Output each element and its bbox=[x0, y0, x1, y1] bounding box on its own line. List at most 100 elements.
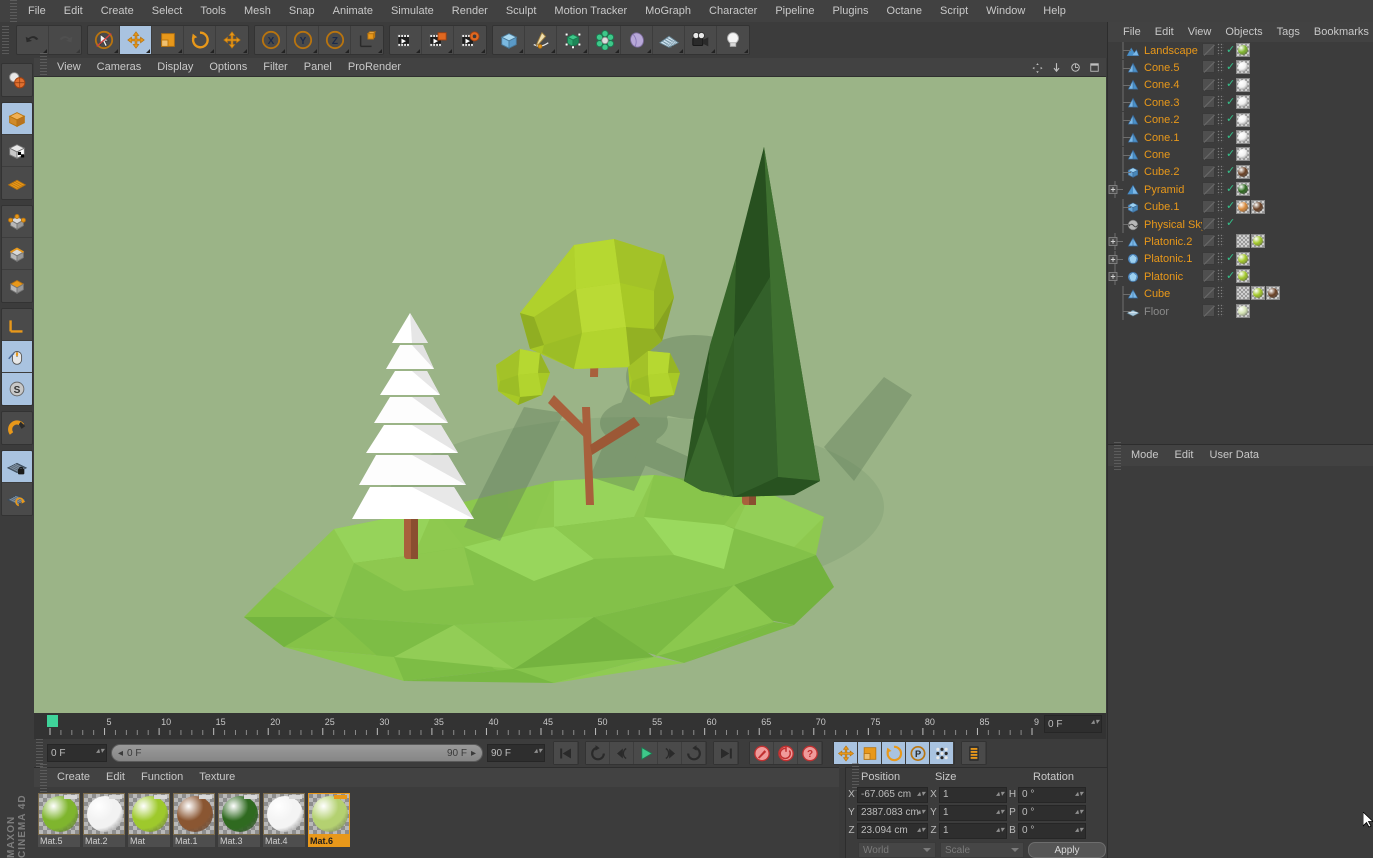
texture-mode-button[interactable] bbox=[2, 135, 32, 167]
visibility-toggle-icon[interactable] bbox=[1202, 286, 1215, 300]
object-menu-bookmarks[interactable]: Bookmarks bbox=[1307, 22, 1373, 42]
undo-button[interactable] bbox=[17, 26, 49, 54]
object-row[interactable]: Platonic.1 ✓ bbox=[1108, 250, 1373, 268]
viewport-pan-button[interactable] bbox=[1030, 60, 1045, 75]
menu-item-character[interactable]: Character bbox=[700, 0, 766, 22]
material-tag-icon[interactable] bbox=[1236, 77, 1250, 92]
menu-item-snap[interactable]: Snap bbox=[280, 0, 324, 22]
timeline-frame-field-right[interactable]: 0 F ▴▾ bbox=[1044, 715, 1106, 735]
object-dots-icon[interactable] bbox=[1217, 269, 1224, 283]
object-row[interactable]: Landscape ✓ bbox=[1108, 42, 1373, 60]
render-settings-button[interactable] bbox=[454, 26, 486, 54]
object-menu-view[interactable]: View bbox=[1181, 22, 1219, 42]
object-row[interactable]: Cone.3 ✓ bbox=[1108, 94, 1373, 112]
viewport-menu-panel[interactable]: Panel bbox=[296, 58, 340, 77]
object-dots-icon[interactable] bbox=[1217, 112, 1224, 126]
transport-step-back-button[interactable] bbox=[610, 742, 634, 764]
menu-item-tools[interactable]: Tools bbox=[191, 0, 235, 22]
light-button[interactable] bbox=[717, 26, 749, 54]
viewport-menu-cameras[interactable]: Cameras bbox=[89, 58, 150, 77]
object-menu-edit[interactable]: Edit bbox=[1148, 22, 1181, 42]
deformer-button[interactable] bbox=[589, 26, 621, 54]
object-name[interactable]: Platonic.1 bbox=[1144, 253, 1192, 265]
polygons-mode-button[interactable] bbox=[2, 270, 32, 302]
visibility-toggle-icon[interactable] bbox=[1202, 182, 1215, 196]
object-row[interactable]: Platonic ✓ bbox=[1108, 268, 1373, 286]
spinner-icon[interactable]: ▴▾ bbox=[996, 825, 1004, 833]
object-name[interactable]: Platonic bbox=[1144, 271, 1183, 283]
floor-button[interactable] bbox=[653, 26, 685, 54]
material-tag-icon[interactable] bbox=[1236, 164, 1250, 179]
move-button[interactable] bbox=[120, 26, 152, 54]
generator-button[interactable] bbox=[557, 26, 589, 54]
object-dots-icon[interactable] bbox=[1217, 251, 1224, 265]
material-tag-icon[interactable] bbox=[1236, 303, 1250, 318]
spinner-icon[interactable]: ▴▾ bbox=[1075, 807, 1083, 815]
visibility-toggle-icon[interactable] bbox=[1202, 60, 1215, 74]
object-name[interactable]: Cone.4 bbox=[1144, 79, 1179, 91]
viewport-rotate-view-button[interactable] bbox=[1068, 60, 1083, 75]
transport-play-button[interactable] bbox=[634, 742, 658, 764]
object-dots-icon[interactable] bbox=[1217, 43, 1224, 56]
material-tag-icon[interactable] bbox=[1236, 129, 1250, 144]
visibility-toggle-icon[interactable] bbox=[1202, 43, 1215, 56]
object-dots-icon[interactable] bbox=[1217, 303, 1224, 317]
apply-button[interactable]: Apply bbox=[1028, 842, 1106, 858]
menu-item-mesh[interactable]: Mesh bbox=[235, 0, 280, 22]
material-item[interactable]: Mat.4 bbox=[263, 793, 305, 847]
object-name[interactable]: Cone.1 bbox=[1144, 132, 1179, 144]
menu-item-octane[interactable]: Octane bbox=[878, 0, 931, 22]
object-name[interactable]: Cone.2 bbox=[1144, 114, 1179, 126]
preview-end-field[interactable]: 90 F ▴▾ bbox=[487, 744, 545, 762]
material-tag-icon[interactable] bbox=[1236, 147, 1250, 162]
material-tag-icon[interactable] bbox=[1236, 60, 1250, 75]
object-row[interactable]: Floor bbox=[1108, 303, 1373, 321]
material-tag-icon[interactable] bbox=[1236, 251, 1250, 266]
object-dots-icon[interactable] bbox=[1217, 286, 1224, 300]
menu-item-file[interactable]: File bbox=[19, 0, 55, 22]
object-dots-icon[interactable] bbox=[1217, 129, 1224, 143]
axis-z-button[interactable]: Z bbox=[319, 26, 351, 54]
coord-rotation-input[interactable]: 0 ° ▴▾ bbox=[1018, 786, 1086, 803]
timeline-ruler-bar[interactable]: 051015202530354045505560657075808590 0 F… bbox=[34, 713, 1106, 739]
menu-item-animate[interactable]: Animate bbox=[324, 0, 382, 22]
material-item[interactable]: Mat.2 bbox=[83, 793, 125, 847]
object-row[interactable]: Cube.2 ✓ bbox=[1108, 163, 1373, 181]
object-row[interactable]: Cube bbox=[1108, 285, 1373, 303]
transport-play-backward-loop-button[interactable] bbox=[586, 742, 610, 764]
object-tree[interactable]: Landscape ✓ Cone.5 ✓ Cone.4 ✓ Cone.3 ✓ Cone.2 ✓ Co… bbox=[1108, 42, 1373, 321]
menu-item-script[interactable]: Script bbox=[931, 0, 977, 22]
object-menu-file[interactable]: File bbox=[1116, 22, 1148, 42]
spinner-icon[interactable]: ▴▾ bbox=[1075, 789, 1083, 797]
material-tag-icon[interactable] bbox=[1266, 286, 1280, 301]
workplane-button[interactable] bbox=[2, 167, 32, 199]
coord-position-input[interactable]: -67.065 cm ▴▾ bbox=[857, 786, 928, 803]
object-name[interactable]: Platonic.2 bbox=[1144, 236, 1192, 248]
transport-autokeying-button[interactable] bbox=[774, 742, 798, 764]
transform-mode-dropdown[interactable]: Scale bbox=[940, 842, 1024, 858]
menu-item-plugins[interactable]: Plugins bbox=[823, 0, 877, 22]
menu-item-motion-tracker[interactable]: Motion Tracker bbox=[545, 0, 636, 22]
viewport-menu-prorender[interactable]: ProRender bbox=[340, 58, 409, 77]
texture-tag-icon[interactable] bbox=[1236, 286, 1250, 301]
spinner-icon[interactable]: ▴▾ bbox=[917, 789, 925, 797]
material-tag-icon[interactable] bbox=[1251, 286, 1265, 301]
object-row[interactable]: Pyramid ✓ bbox=[1108, 181, 1373, 199]
object-dots-icon[interactable] bbox=[1217, 77, 1224, 91]
material-item[interactable]: Mat.6 bbox=[308, 793, 350, 847]
coord-size-input[interactable]: 1 ▴▾ bbox=[939, 786, 1007, 803]
transport-scale-key-button[interactable] bbox=[858, 742, 882, 764]
transport-step-forward-button[interactable] bbox=[658, 742, 682, 764]
menu-item-edit[interactable]: Edit bbox=[55, 0, 92, 22]
object-name[interactable]: Floor bbox=[1144, 306, 1169, 318]
spinner-icon[interactable]: ▴▾ bbox=[534, 747, 542, 755]
transport-loop-button[interactable] bbox=[682, 742, 706, 764]
object-name[interactable]: Pyramid bbox=[1144, 184, 1184, 196]
material-item[interactable]: Mat.5 bbox=[38, 793, 80, 847]
material-tag-icon[interactable] bbox=[1236, 95, 1250, 110]
object-dots-icon[interactable] bbox=[1217, 147, 1224, 161]
object-dots-icon[interactable] bbox=[1217, 182, 1224, 196]
object-row[interactable]: Physical Sky ✓ bbox=[1108, 216, 1373, 234]
visibility-toggle-icon[interactable] bbox=[1202, 199, 1215, 213]
menu-item-mograph[interactable]: MoGraph bbox=[636, 0, 700, 22]
